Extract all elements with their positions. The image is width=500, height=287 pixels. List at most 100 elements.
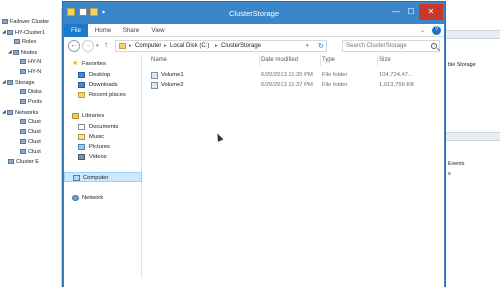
tab-share[interactable]: Share (118, 24, 144, 37)
actions-header (446, 30, 500, 39)
downloads-icon (78, 82, 85, 88)
explorer-content: ★ Favorites Desktop Downloads Recent pla… (64, 55, 444, 287)
server-icon (20, 59, 26, 65)
tab-file[interactable]: File (64, 24, 88, 37)
tree-item-failover-cluster[interactable]: Failover Cluster (2, 18, 64, 27)
action-item[interactable]: s (448, 171, 451, 177)
documents-icon (78, 124, 85, 130)
file-size: 1,013,756 KB (379, 82, 415, 88)
folder-icon (119, 43, 126, 49)
back-button[interactable]: ← (68, 40, 80, 52)
storage-icon (7, 80, 13, 85)
action-events[interactable]: Events (448, 161, 464, 167)
column-divider[interactable] (259, 55, 260, 66)
file-date: 6/20/2013 11:37 PM (261, 82, 313, 88)
maximize-button[interactable]: ☐ (404, 4, 418, 20)
mount-point-icon (151, 72, 158, 79)
address-dropdown-icon[interactable]: ▾ (306, 43, 309, 49)
nav-videos[interactable]: Videos (64, 152, 142, 162)
libraries-icon (72, 113, 79, 119)
tree-item-hy-cluster1[interactable]: ◢ HY-Cluster1 (2, 28, 64, 37)
pictures-icon (78, 144, 85, 150)
star-icon: ★ (72, 60, 79, 67)
breadcrumb-clusterstorage[interactable]: ClusterStorage (221, 43, 261, 49)
file-size: 104,724,47... (379, 72, 413, 78)
tab-home[interactable]: Home (91, 24, 115, 37)
nodes-icon (13, 50, 19, 55)
cluster-icon (2, 19, 8, 25)
breadcrumb-separator[interactable]: ▸ (129, 43, 132, 49)
network-icon (20, 139, 26, 145)
explorer-window: ▾ ClusterStorage — ☐ ✕ File Home Share V… (62, 1, 446, 287)
up-button[interactable]: ↑ (104, 40, 108, 49)
pool-icon (20, 99, 26, 105)
file-date: 6/20/2013 11:35 PM (261, 72, 313, 78)
disk-icon (20, 89, 26, 95)
column-header-type[interactable]: Type (322, 57, 335, 63)
tab-view[interactable]: View (147, 24, 169, 37)
recent-places-icon (78, 92, 85, 98)
nav-desktop[interactable]: Desktop (64, 70, 142, 80)
nav-computer[interactable]: Computer (64, 172, 142, 182)
tree-item-nodes[interactable]: ◢ Nodes (8, 48, 70, 57)
file-name: Volume2 (161, 82, 184, 88)
expand-ribbon-icon[interactable]: ⌄ (420, 27, 425, 34)
status-bar (64, 278, 444, 287)
file-row-volume1[interactable]: Volume1 6/20/2013 11:35 PM File folder 1… (143, 71, 444, 81)
file-type: File folder (322, 72, 348, 78)
network-icon (20, 119, 26, 125)
nav-music[interactable]: Music (64, 132, 142, 142)
minimize-button[interactable]: — (389, 4, 403, 20)
file-name: Volume1 (161, 72, 184, 78)
nav-pictures[interactable]: Pictures (64, 142, 142, 152)
console-tree: Failover Cluster ◢ HY-Cluster1 Roles ◢ Nod… (0, 8, 62, 287)
column-divider[interactable] (320, 55, 321, 66)
actions-header-2 (446, 132, 500, 141)
column-header-size[interactable]: Size (379, 57, 391, 63)
close-button[interactable]: ✕ (419, 4, 443, 20)
breadcrumb-separator[interactable]: ▸ (215, 43, 218, 49)
window-title: ClusterStorage (228, 9, 280, 18)
navigation-pane: ★ Favorites Desktop Downloads Recent pla… (64, 55, 142, 287)
column-header-date-modified[interactable]: Date modified (261, 57, 298, 63)
file-list: Name Date modified Type Size Volume1 6/2… (143, 55, 444, 287)
tree-item-networks[interactable]: ◢ Networks (2, 108, 64, 117)
nav-recent-places[interactable]: Recent places (64, 90, 142, 100)
column-header-name[interactable]: Name (151, 57, 167, 63)
recent-locations-icon[interactable]: ▾ (96, 43, 99, 49)
breadcrumb-local-disk[interactable]: Local Disk (C:) (170, 43, 209, 49)
tree-item-cluster-events[interactable]: Cluster E (8, 158, 70, 167)
events-icon (8, 159, 14, 165)
actions-pane: ble Storage Events s (446, 8, 500, 287)
desktop-icon (78, 72, 85, 78)
breadcrumb-computer[interactable]: Computer (135, 43, 161, 49)
help-icon[interactable]: ? (432, 26, 441, 35)
tree-item-storage[interactable]: ◢ Storage (2, 78, 64, 87)
nav-documents[interactable]: Documents (64, 122, 142, 132)
music-icon (78, 134, 85, 140)
nav-downloads[interactable]: Downloads (64, 80, 142, 90)
computer-icon (73, 175, 80, 181)
network-icon (20, 129, 26, 135)
search-box[interactable]: Search ClusterStorage (342, 40, 440, 52)
videos-icon (78, 154, 85, 160)
nav-network[interactable]: Network (64, 193, 142, 203)
cluster-icon (7, 30, 13, 35)
refresh-icon[interactable]: ↻ (318, 42, 324, 50)
forward-button[interactable]: → (82, 40, 94, 52)
search-input[interactable]: Search ClusterStorage (346, 43, 407, 49)
action-storage[interactable]: ble Storage (448, 62, 476, 68)
title-bar[interactable]: ▾ ClusterStorage — ☐ ✕ (63, 2, 445, 24)
network-icon (20, 149, 26, 155)
nav-libraries[interactable]: Libraries (64, 111, 142, 121)
network-icon (7, 110, 13, 115)
file-type: File folder (322, 82, 348, 88)
nav-favorites[interactable]: ★ Favorites (64, 59, 142, 69)
file-row-volume2[interactable]: Volume2 6/20/2013 11:37 PM File folder 1… (143, 81, 444, 91)
search-icon[interactable] (431, 43, 437, 49)
breadcrumb-separator[interactable]: ▸ (164, 43, 167, 49)
address-bar[interactable]: ▸ Computer ▸ Local Disk (C:) ▸ ClusterSt… (115, 40, 327, 52)
ribbon: File Home Share View ⌄ ? (64, 24, 444, 37)
column-divider[interactable] (377, 55, 378, 66)
address-toolbar: ← → ▾ ↑ ▸ Computer ▸ Local Disk (C:) ▸ C… (64, 37, 444, 55)
